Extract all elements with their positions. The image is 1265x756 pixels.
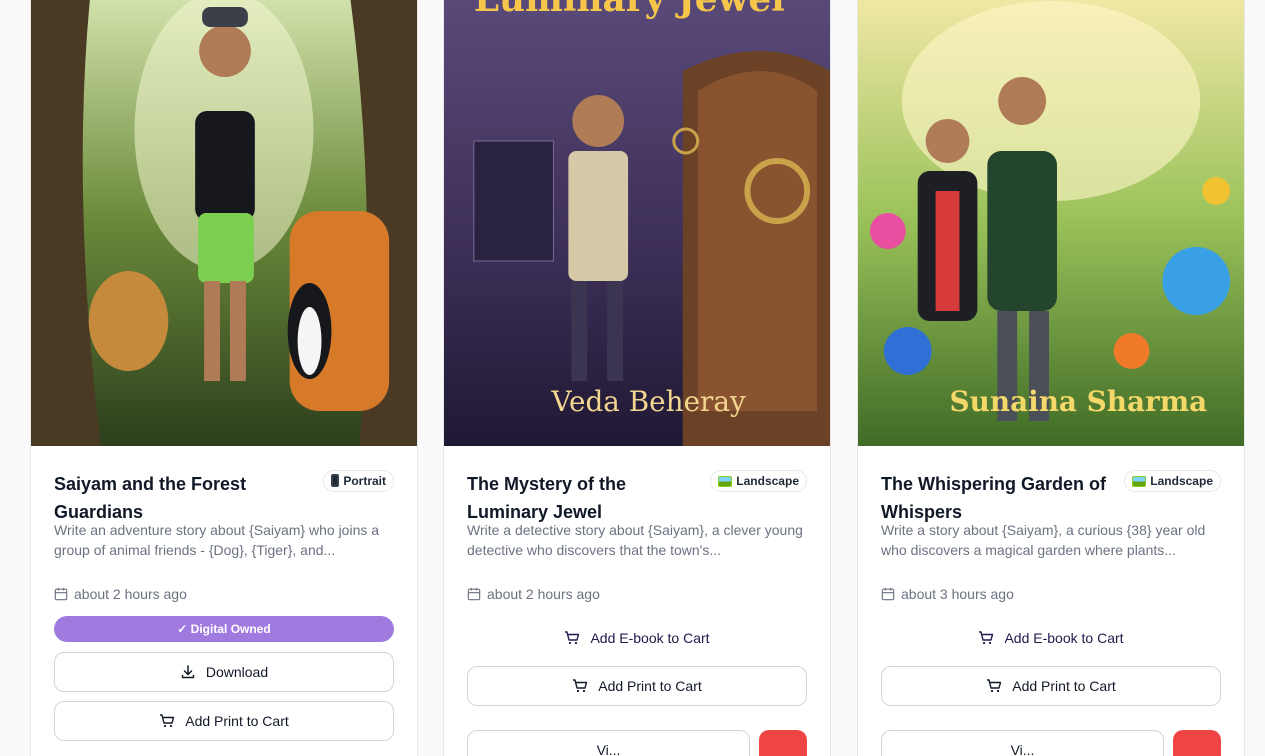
add-print-to-cart-button[interactable]: Add Print to Cart (54, 701, 394, 741)
view-button[interactable]: Vi... (881, 730, 1164, 756)
delete-button[interactable] (1173, 730, 1221, 756)
download-icon (181, 665, 195, 679)
cart-icon (573, 679, 588, 693)
created-time: about 2 hours ago (467, 586, 600, 602)
book-card: Sunaina Sharma The Whispering Garden of … (857, 0, 1245, 756)
orientation-badge: Portrait (323, 470, 394, 492)
created-time: about 3 hours ago (881, 586, 1014, 602)
book-cover-image[interactable]: Luminary Jewel Veda Beheray (444, 0, 830, 446)
calendar-icon (881, 587, 895, 601)
orientation-badge: Landscape (710, 470, 807, 492)
book-cover-image[interactable]: Sunaina Sharma (858, 0, 1244, 446)
book-card: Luminary Jewel Veda Beheray The Mystery … (443, 0, 831, 756)
cart-icon (979, 631, 994, 645)
book-title: The Whispering Garden of Whispers (881, 474, 1107, 522)
book-description: Write a detective story about {Saiyam}, … (467, 522, 803, 558)
calendar-icon (54, 587, 68, 601)
phone-icon (331, 474, 340, 487)
cart-icon (565, 631, 580, 645)
book-title: The Mystery of the Luminary Jewel (467, 474, 627, 522)
download-button[interactable]: Download (54, 652, 394, 692)
book-title: Saiyam and the Forest Guardians (54, 474, 247, 522)
book-cover-image[interactable] (31, 0, 417, 446)
cart-icon (160, 714, 175, 728)
add-ebook-to-cart-button[interactable]: Add E-book to Cart (881, 618, 1221, 658)
add-ebook-to-cart-button[interactable]: Add E-book to Cart (467, 618, 807, 658)
cover-author-text: Veda Beheray (550, 385, 745, 418)
digital-owned-badge: ✓ Digital Owned (54, 616, 394, 642)
delete-button[interactable] (759, 730, 807, 756)
book-description: Write an adventure story about {Saiyam} … (54, 522, 380, 558)
book-description: Write a story about {Saiyam}, a curious … (881, 522, 1206, 558)
book-card: Saiyam and the Forest Guardians Portrait… (30, 0, 418, 756)
picture-icon (718, 476, 733, 487)
picture-icon (1132, 476, 1147, 487)
cart-icon (987, 679, 1002, 693)
orientation-badge: Landscape (1124, 470, 1221, 492)
add-print-to-cart-button[interactable]: Add Print to Cart (467, 666, 807, 706)
cover-title-text: Luminary Jewel (474, 0, 785, 20)
calendar-icon (467, 587, 481, 601)
cover-author-text: Sunaina Sharma (950, 385, 1208, 418)
created-time: about 2 hours ago (54, 586, 187, 602)
add-print-to-cart-button[interactable]: Add Print to Cart (881, 666, 1221, 706)
view-button[interactable]: Vi... (467, 730, 750, 756)
